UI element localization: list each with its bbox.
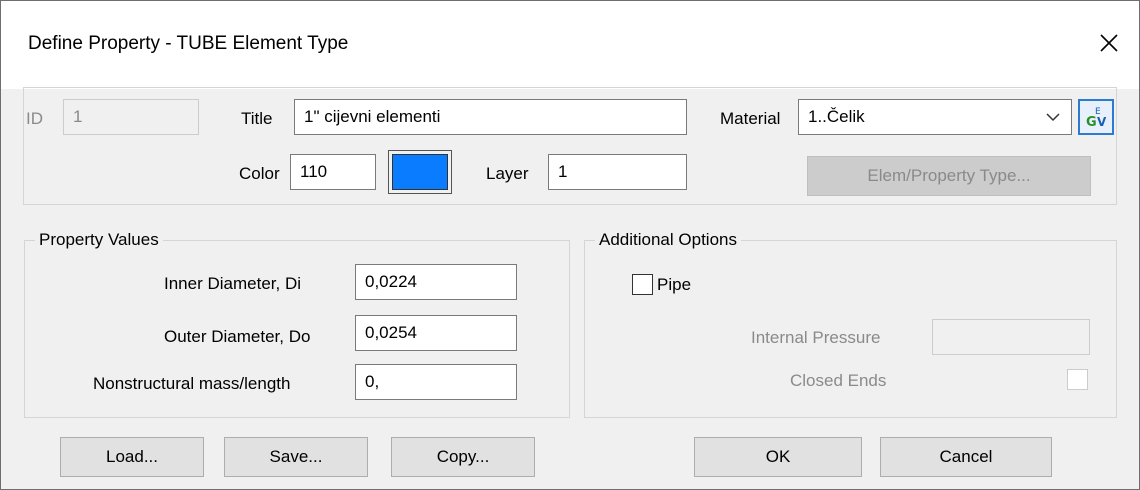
- gv-library-icon: E G V: [1086, 107, 1107, 130]
- layer-input[interactable]: 1: [548, 154, 687, 190]
- material-label: Material: [720, 109, 781, 128]
- elem-property-type-button: Elem/Property Type...: [807, 156, 1091, 196]
- load-button[interactable]: Load...: [60, 437, 204, 477]
- title-bar: Define Property - TUBE Element Type: [1, 1, 1139, 89]
- id-label: ID: [26, 109, 43, 128]
- nonstructural-mass-label: Nonstructural mass/length: [93, 374, 291, 393]
- outer-diameter-input[interactable]: 0,0254: [355, 315, 517, 351]
- inner-diameter-input[interactable]: 0,0224: [355, 264, 517, 300]
- copy-button[interactable]: Copy...: [391, 437, 535, 477]
- svg-text:V: V: [1097, 115, 1107, 129]
- close-icon: [1100, 34, 1118, 52]
- internal-pressure-input: [932, 319, 1090, 355]
- save-button[interactable]: Save...: [224, 437, 368, 477]
- closed-ends-checkbox: [1067, 369, 1088, 390]
- outer-diameter-label: Outer Diameter, Do: [164, 327, 311, 346]
- pipe-label: Pipe: [657, 275, 692, 294]
- color-swatch: [392, 154, 448, 190]
- property-values-legend: Property Values: [35, 230, 163, 250]
- internal-pressure-label: Internal Pressure: [751, 328, 881, 347]
- closed-ends-label: Closed Ends: [790, 371, 887, 390]
- inner-diameter-label: Inner Diameter, Di: [164, 274, 301, 293]
- material-library-button[interactable]: E G V: [1078, 99, 1114, 135]
- color-input[interactable]: 110: [290, 154, 376, 190]
- define-property-dialog: Define Property - TUBE Element Type ID 1…: [0, 0, 1140, 490]
- pipe-checkbox[interactable]: [632, 274, 653, 295]
- id-field: 1: [63, 99, 199, 135]
- nonstructural-mass-input[interactable]: 0,: [355, 364, 517, 400]
- color-label: Color: [239, 164, 280, 183]
- ok-button[interactable]: OK: [694, 437, 862, 477]
- title-input[interactable]: 1" cijevni elementi: [294, 99, 687, 135]
- cancel-button[interactable]: Cancel: [880, 437, 1052, 477]
- color-swatch-button[interactable]: [388, 150, 452, 194]
- chevron-down-icon: [1046, 113, 1060, 122]
- close-button[interactable]: [1079, 13, 1139, 73]
- svg-text:G: G: [1086, 115, 1097, 130]
- additional-options-legend: Additional Options: [595, 230, 741, 250]
- material-selected-value: 1..Čelik: [808, 107, 865, 126]
- window-title: Define Property - TUBE Element Type: [28, 33, 349, 54]
- material-select[interactable]: 1..Čelik: [798, 99, 1072, 135]
- title-label: Title: [241, 109, 273, 128]
- layer-label: Layer: [486, 164, 529, 183]
